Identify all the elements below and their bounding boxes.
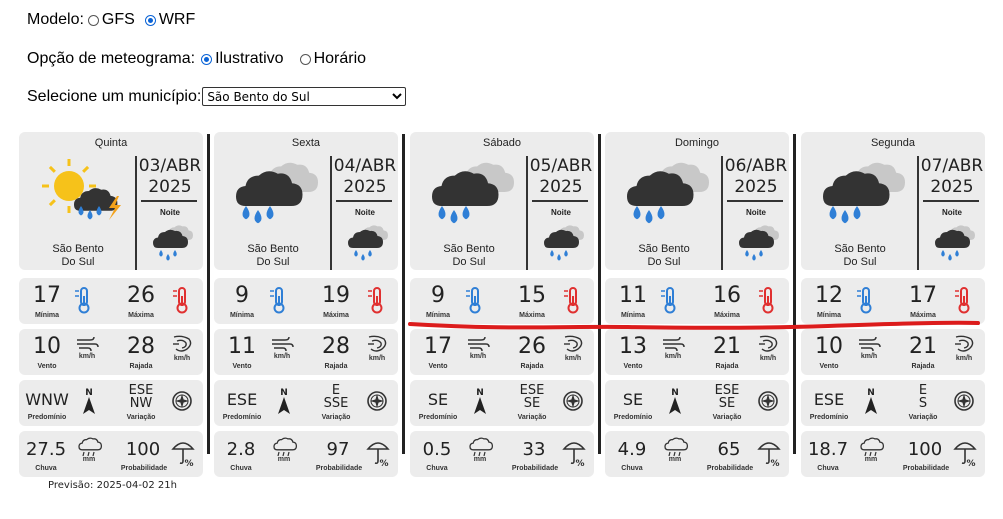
page: Modelo: GFS WRF Opção de meteograma: Ilu… (8, 0, 993, 519)
red-underline-marker (408, 320, 980, 330)
